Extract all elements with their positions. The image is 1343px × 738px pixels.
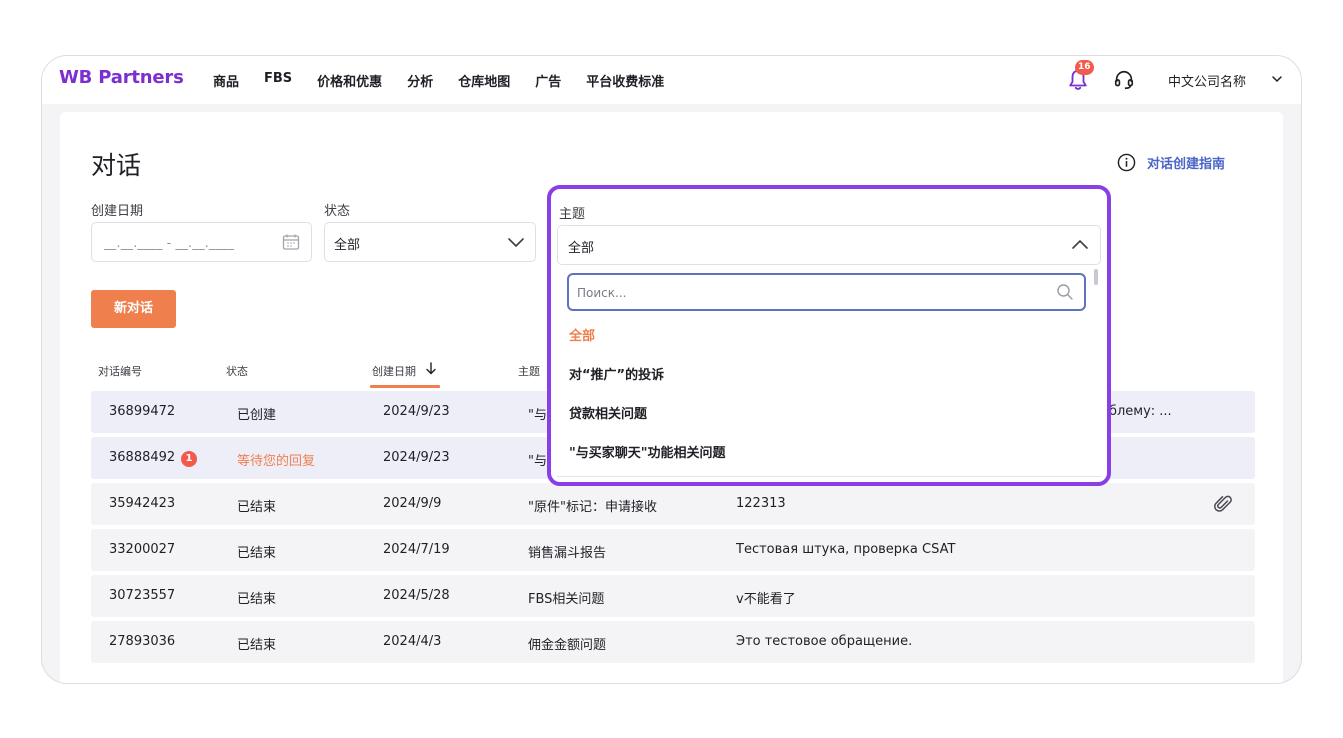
page-title: 对话 — [91, 151, 142, 180]
table-row[interactable]: 27893036 已结束 2024/4/3 佣金金额问题 Это тестово… — [91, 621, 1255, 663]
row-id: 33200027 — [109, 542, 176, 557]
status-select-value: 全部 — [334, 238, 361, 253]
topic-select[interactable]: 全部 — [557, 225, 1101, 265]
topic-select-value: 全部 — [568, 241, 595, 256]
row-date: 2024/9/9 — [383, 496, 442, 511]
table-row[interactable]: 33200027 已结束 2024/7/19 销售漏斗报告 Тестовая ш… — [91, 529, 1255, 571]
unread-badge: 1 — [181, 451, 197, 467]
row-status: 等待您的回复 — [237, 454, 316, 469]
nav-item-warehouse-map[interactable]: 仓库地图 — [458, 71, 510, 90]
search-icon[interactable] — [1056, 283, 1074, 301]
row-description: 122313 — [736, 496, 786, 511]
info-icon — [1117, 153, 1136, 172]
new-dialog-button[interactable]: 新对话 — [91, 290, 176, 328]
row-description: v不能看了 — [736, 592, 796, 607]
row-id: 30723557 — [109, 588, 176, 603]
logo[interactable]: WB Partners — [59, 67, 184, 88]
notification-badge: 16 — [1075, 60, 1094, 75]
row-description: Тестовая штука, проверка CSAT — [736, 542, 956, 557]
row-description: Это тестовое обращение. — [736, 634, 913, 649]
chevron-up-icon — [1072, 239, 1088, 249]
status-select[interactable]: 全部 — [324, 222, 536, 262]
row-topic: "与 — [528, 408, 547, 423]
topic-search-input[interactable] — [577, 283, 1037, 303]
table-row[interactable]: 35942423 已结束 2024/9/9 "原件"标记：申请接收 122313 — [91, 483, 1255, 525]
row-date: 2024/9/23 — [383, 450, 450, 465]
topic-dropdown-list[interactable]: 全部 对“推广”的投诉 贷款相关问题 "与买家聊天"功能相关问题 — [557, 267, 1101, 477]
row-status: 已结束 — [237, 592, 277, 607]
topic-option-loan[interactable]: 贷款相关问题 — [569, 403, 647, 422]
main-nav: 商品 FBS 价格和优惠 分析 仓库地图 广告 平台收费标准 — [213, 71, 689, 90]
topic-option-all[interactable]: 全部 — [569, 325, 595, 344]
scrollbar[interactable] — [1094, 269, 1098, 285]
nav-item-fbs[interactable]: FBS — [264, 71, 292, 90]
row-date: 2024/7/19 — [383, 542, 450, 557]
date-range-input[interactable]: __.__.____ - __.__.____ — [91, 222, 312, 262]
topic-option-buyer-chat[interactable]: "与买家聊天"功能相关问题 — [569, 442, 726, 461]
topic-filter-label: 主题 — [559, 207, 586, 222]
guide-link-label[interactable]: 对话创建指南 — [1147, 153, 1225, 172]
row-status: 已结束 — [237, 546, 277, 561]
row-id: 36888492 — [109, 450, 176, 465]
row-status: 已创建 — [237, 408, 277, 423]
column-header-id[interactable]: 对话编号 — [98, 363, 142, 379]
table-row[interactable]: 30723557 已结束 2024/5/28 FBS相关问题 v不能看了 — [91, 575, 1255, 617]
row-topic: FBS相关问题 — [528, 592, 605, 607]
row-id: 35942423 — [109, 496, 176, 511]
nav-item-analytics[interactable]: 分析 — [407, 71, 433, 90]
nav-item-ads[interactable]: 广告 — [535, 71, 561, 90]
chevron-down-icon[interactable] — [1271, 73, 1283, 85]
row-topic: "原件"标记：申请接收 — [528, 500, 657, 515]
row-status: 已结束 — [237, 500, 277, 515]
row-date: 2024/5/28 — [383, 588, 450, 603]
headset-icon[interactable] — [1113, 69, 1135, 91]
topic-option-promotion-complaint[interactable]: 对“推广”的投诉 — [569, 364, 664, 383]
date-filter-label: 创建日期 — [91, 204, 144, 219]
paperclip-icon[interactable] — [1213, 494, 1233, 514]
topic-filter-highlight: 主题 全部 全部 对“推广”的投诉 贷款相关问题 "与买家聊天"功能相关问题 — [547, 185, 1111, 486]
column-header-topic[interactable]: 主题 — [518, 363, 540, 379]
company-selector[interactable]: 中文公司名称 — [1168, 71, 1246, 90]
nav-item-prices[interactable]: 价格和优惠 — [317, 71, 382, 90]
row-id: 36899472 — [109, 404, 176, 419]
row-date: 2024/4/3 — [383, 634, 442, 649]
column-header-date[interactable]: 创建日期 — [372, 363, 416, 379]
row-topic: 佣金金额问题 — [528, 638, 607, 653]
row-date: 2024/9/23 — [383, 404, 450, 419]
column-header-status[interactable]: 状态 — [226, 363, 248, 379]
row-id: 27893036 — [109, 634, 176, 649]
row-topic: "与 — [528, 454, 547, 469]
calendar-icon[interactable] — [282, 233, 300, 251]
top-navbar: WB Partners 商品 FBS 价格和优惠 分析 仓库地图 广告 平台收费… — [42, 56, 1301, 104]
guide-link[interactable]: 对话创建指南 — [1117, 153, 1225, 172]
row-description: облему: ... — [1101, 404, 1172, 419]
topic-search-box[interactable] — [567, 273, 1086, 311]
row-status: 已结束 — [237, 638, 277, 653]
status-filter-label: 状态 — [324, 204, 351, 219]
sort-indicator — [370, 385, 440, 388]
row-topic: 销售漏斗报告 — [528, 546, 607, 561]
nav-item-fees[interactable]: 平台收费标准 — [586, 71, 664, 90]
date-range-value: __.__.____ - __.__.____ — [104, 236, 235, 250]
arrow-down-icon[interactable] — [425, 362, 437, 375]
nav-item-products[interactable]: 商品 — [213, 71, 239, 90]
chevron-down-icon — [508, 238, 524, 248]
